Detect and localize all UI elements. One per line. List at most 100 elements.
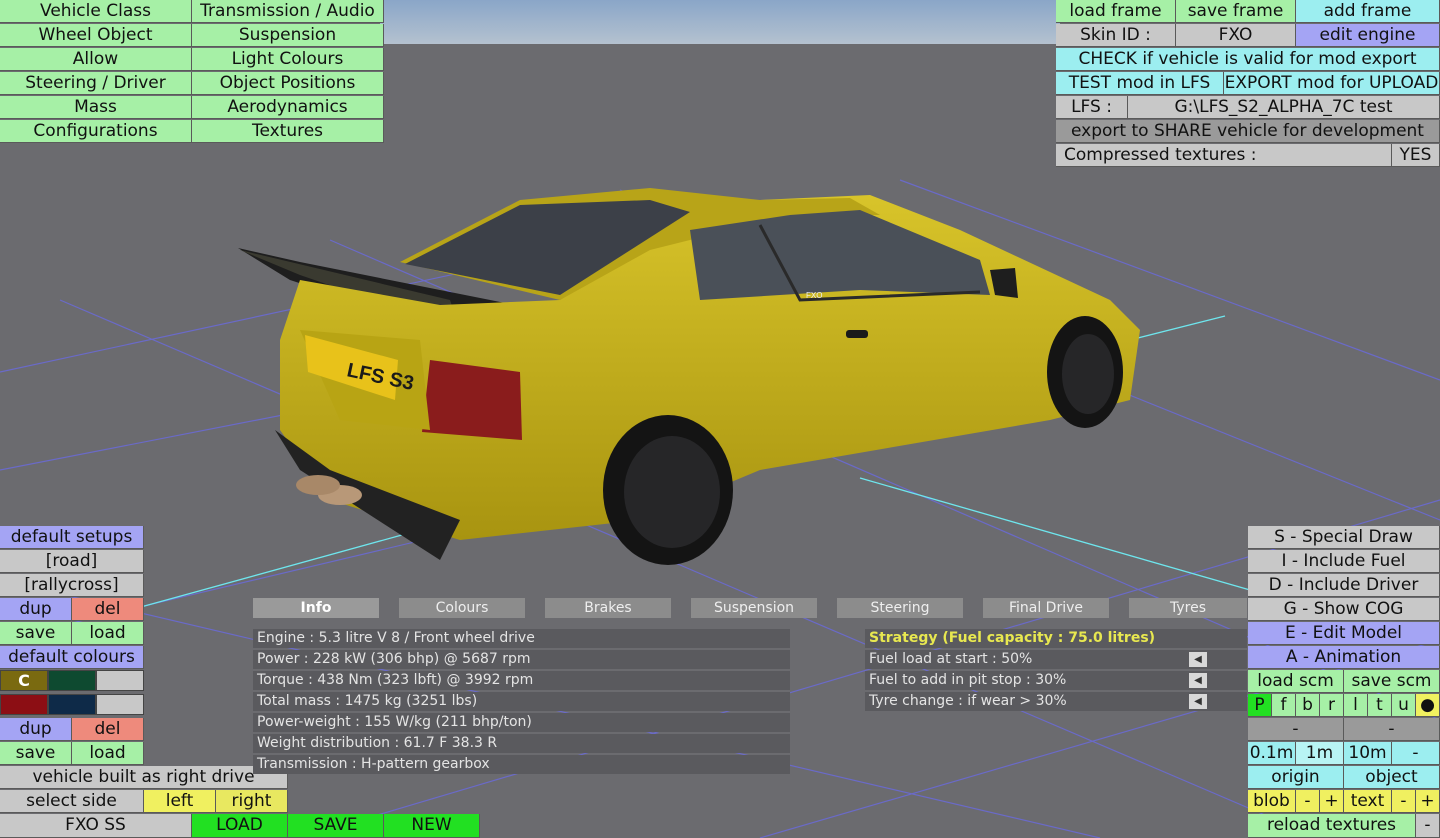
setup-road[interactable]: [road] xyxy=(0,550,144,573)
strategy-fuel-pit-label: Fuel to add in pit stop : 30% xyxy=(869,672,1067,688)
menu-aerodynamics[interactable]: Aerodynamics xyxy=(192,96,384,119)
colour-load-button[interactable]: load xyxy=(72,742,144,765)
tab-tyres[interactable]: Tyres xyxy=(1129,598,1247,618)
text-button[interactable]: text xyxy=(1344,790,1392,813)
edit-engine-button[interactable]: edit engine xyxy=(1296,24,1440,47)
tab-steering[interactable]: Steering xyxy=(837,598,963,618)
menu-light-colours[interactable]: Light Colours xyxy=(192,48,384,71)
letter-p-button[interactable]: P xyxy=(1248,694,1272,717)
animation-button[interactable]: A - Animation xyxy=(1248,646,1440,669)
text-plus-button[interactable]: + xyxy=(1416,790,1440,813)
select-side-label: select side xyxy=(0,790,144,813)
menu-allow[interactable]: Allow xyxy=(0,48,192,71)
include-fuel-button[interactable]: I - Include Fuel xyxy=(1248,550,1440,573)
menu-suspension[interactable]: Suspension xyxy=(192,24,384,47)
step-0-1m-button[interactable]: 0.1m xyxy=(1248,742,1296,765)
strategy-fuel-pit: Fuel to add in pit stop : 30% ◀ xyxy=(865,671,1247,690)
save-frame-button[interactable]: save frame xyxy=(1176,0,1296,23)
letter-u-button[interactable]: u xyxy=(1392,694,1416,717)
include-driver-button[interactable]: D - Include Driver xyxy=(1248,574,1440,597)
dot-icon[interactable]: ● xyxy=(1416,694,1440,717)
object-button[interactable]: object xyxy=(1344,766,1440,789)
side-right-button[interactable]: right xyxy=(216,790,288,813)
compressed-textures-label: Compressed textures : xyxy=(1056,144,1392,167)
colour-swatch-2[interactable] xyxy=(48,670,96,691)
origin-button[interactable]: origin xyxy=(1248,766,1344,789)
colour-dup-button[interactable]: dup xyxy=(0,718,72,741)
new-vehicle-button[interactable]: NEW xyxy=(384,814,480,838)
colour-del-button[interactable]: del xyxy=(72,718,144,741)
step-minus-button[interactable]: - xyxy=(1392,742,1440,765)
side-left-button[interactable]: left xyxy=(144,790,216,813)
save-vehicle-button[interactable]: SAVE xyxy=(288,814,384,838)
reload-textures-button[interactable]: reload textures xyxy=(1248,814,1416,838)
menu-transmission-audio[interactable]: Transmission / Audio xyxy=(192,0,384,23)
menu-wheel-object[interactable]: Wheel Object xyxy=(0,24,192,47)
setup-load-button[interactable]: load xyxy=(72,622,144,645)
tab-brakes[interactable]: Brakes xyxy=(545,598,671,618)
menu-configurations[interactable]: Configurations xyxy=(0,120,192,143)
dash-button-1[interactable]: - xyxy=(1248,718,1344,741)
info-power: Power : 228 kW (306 bhp) @ 5687 rpm xyxy=(253,650,790,669)
check-valid-button[interactable]: CHECK if vehicle is valid for mod export xyxy=(1056,48,1440,71)
letter-b-button[interactable]: b xyxy=(1296,694,1320,717)
setup-dup-button[interactable]: dup xyxy=(0,598,72,621)
menu-textures[interactable]: Textures xyxy=(192,120,384,143)
test-mod-button[interactable]: TEST mod in LFS xyxy=(1056,72,1224,95)
letter-l-button[interactable]: l xyxy=(1344,694,1368,717)
skin-id-label: Skin ID : xyxy=(1056,24,1176,47)
load-scm-button[interactable]: load scm xyxy=(1248,670,1344,693)
colour-swatch-c[interactable]: C xyxy=(0,670,48,691)
setup-save-button[interactable]: save xyxy=(0,622,72,645)
blob-minus-button[interactable]: - xyxy=(1296,790,1320,813)
menu-object-positions[interactable]: Object Positions xyxy=(192,72,384,95)
lfs-path[interactable]: G:\LFS_S2_ALPHA_7C test xyxy=(1128,96,1440,119)
setup-del-button[interactable]: del xyxy=(72,598,144,621)
info-power-weight: Power-weight : 155 W/kg (211 bhp/ton) xyxy=(253,713,790,732)
load-vehicle-button[interactable]: LOAD xyxy=(192,814,288,838)
menu-steering-driver[interactable]: Steering / Driver xyxy=(0,72,192,95)
tab-info[interactable]: Info xyxy=(253,598,379,618)
blob-button[interactable]: blob xyxy=(1248,790,1296,813)
tab-colours[interactable]: Colours xyxy=(399,598,525,618)
dash-button-2[interactable]: - xyxy=(1344,718,1440,741)
letter-f-button[interactable]: f xyxy=(1272,694,1296,717)
compressed-textures-toggle[interactable]: YES xyxy=(1392,144,1440,167)
strategy-title: Strategy (Fuel capacity : 75.0 litres) xyxy=(865,629,1247,648)
edit-model-button[interactable]: E - Edit Model xyxy=(1248,622,1440,645)
reload-minus-button[interactable]: - xyxy=(1416,814,1440,838)
load-frame-button[interactable]: load frame xyxy=(1056,0,1176,23)
blob-plus-button[interactable]: + xyxy=(1320,790,1344,813)
export-mod-button[interactable]: EXPORT mod for UPLOAD xyxy=(1224,72,1440,95)
default-setups-button[interactable]: default setups xyxy=(0,526,144,549)
default-colours-button[interactable]: default colours xyxy=(0,646,144,669)
add-frame-button[interactable]: add frame xyxy=(1296,0,1440,23)
special-draw-button[interactable]: S - Special Draw xyxy=(1248,526,1440,549)
export-share-button[interactable]: export to SHARE vehicle for development xyxy=(1056,120,1440,143)
tab-suspension[interactable]: Suspension xyxy=(691,598,817,618)
arrow-left-icon[interactable]: ◀ xyxy=(1189,673,1207,688)
letter-r-button[interactable]: r xyxy=(1320,694,1344,717)
lfs-label: LFS : xyxy=(1056,96,1128,119)
step-10m-button[interactable]: 10m xyxy=(1344,742,1392,765)
info-total-mass: Total mass : 1475 kg (3251 lbs) xyxy=(253,692,790,711)
show-cog-button[interactable]: G - Show COG xyxy=(1248,598,1440,621)
colour-swatch-4[interactable] xyxy=(0,694,48,715)
arrow-left-icon[interactable]: ◀ xyxy=(1189,694,1207,709)
arrow-left-icon[interactable]: ◀ xyxy=(1189,652,1207,667)
colour-save-button[interactable]: save xyxy=(0,742,72,765)
info-transmission: Transmission : H-pattern gearbox xyxy=(253,755,790,774)
setup-rallycross[interactable]: [rallycross] xyxy=(0,574,144,597)
menu-mass[interactable]: Mass xyxy=(0,96,192,119)
colour-swatch-6[interactable] xyxy=(96,694,144,715)
step-1m-button[interactable]: 1m xyxy=(1296,742,1344,765)
text-minus-button[interactable]: - xyxy=(1392,790,1416,813)
colour-swatch-5[interactable] xyxy=(48,694,96,715)
menu-vehicle-class[interactable]: Vehicle Class xyxy=(0,0,192,23)
skin-id-value[interactable]: FXO xyxy=(1176,24,1296,47)
tab-final-drive[interactable]: Final Drive xyxy=(983,598,1109,618)
save-scm-button[interactable]: save scm xyxy=(1344,670,1440,693)
colour-swatch-3[interactable] xyxy=(96,670,144,691)
letter-t-button[interactable]: t xyxy=(1368,694,1392,717)
fxo-badge: FXO xyxy=(806,291,822,300)
